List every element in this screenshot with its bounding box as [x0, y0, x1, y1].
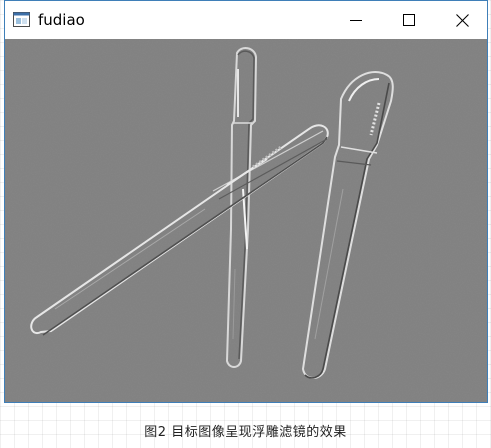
minimize-icon — [350, 14, 362, 26]
window-title: fudiao — [38, 11, 85, 29]
minimize-button[interactable] — [333, 1, 379, 39]
title-bar[interactable]: fudiao — [5, 1, 487, 39]
figure-caption: 图2 目标图像呈现浮雕滤镜的效果 — [144, 425, 347, 440]
image-canvas — [5, 39, 487, 402]
app-window: fudiao — [4, 0, 488, 403]
close-icon — [455, 13, 469, 27]
app-window-icon — [13, 12, 30, 27]
close-button[interactable] — [439, 1, 485, 39]
maximize-icon — [403, 14, 415, 26]
maximize-button[interactable] — [386, 1, 432, 39]
emboss-image — [5, 39, 487, 402]
